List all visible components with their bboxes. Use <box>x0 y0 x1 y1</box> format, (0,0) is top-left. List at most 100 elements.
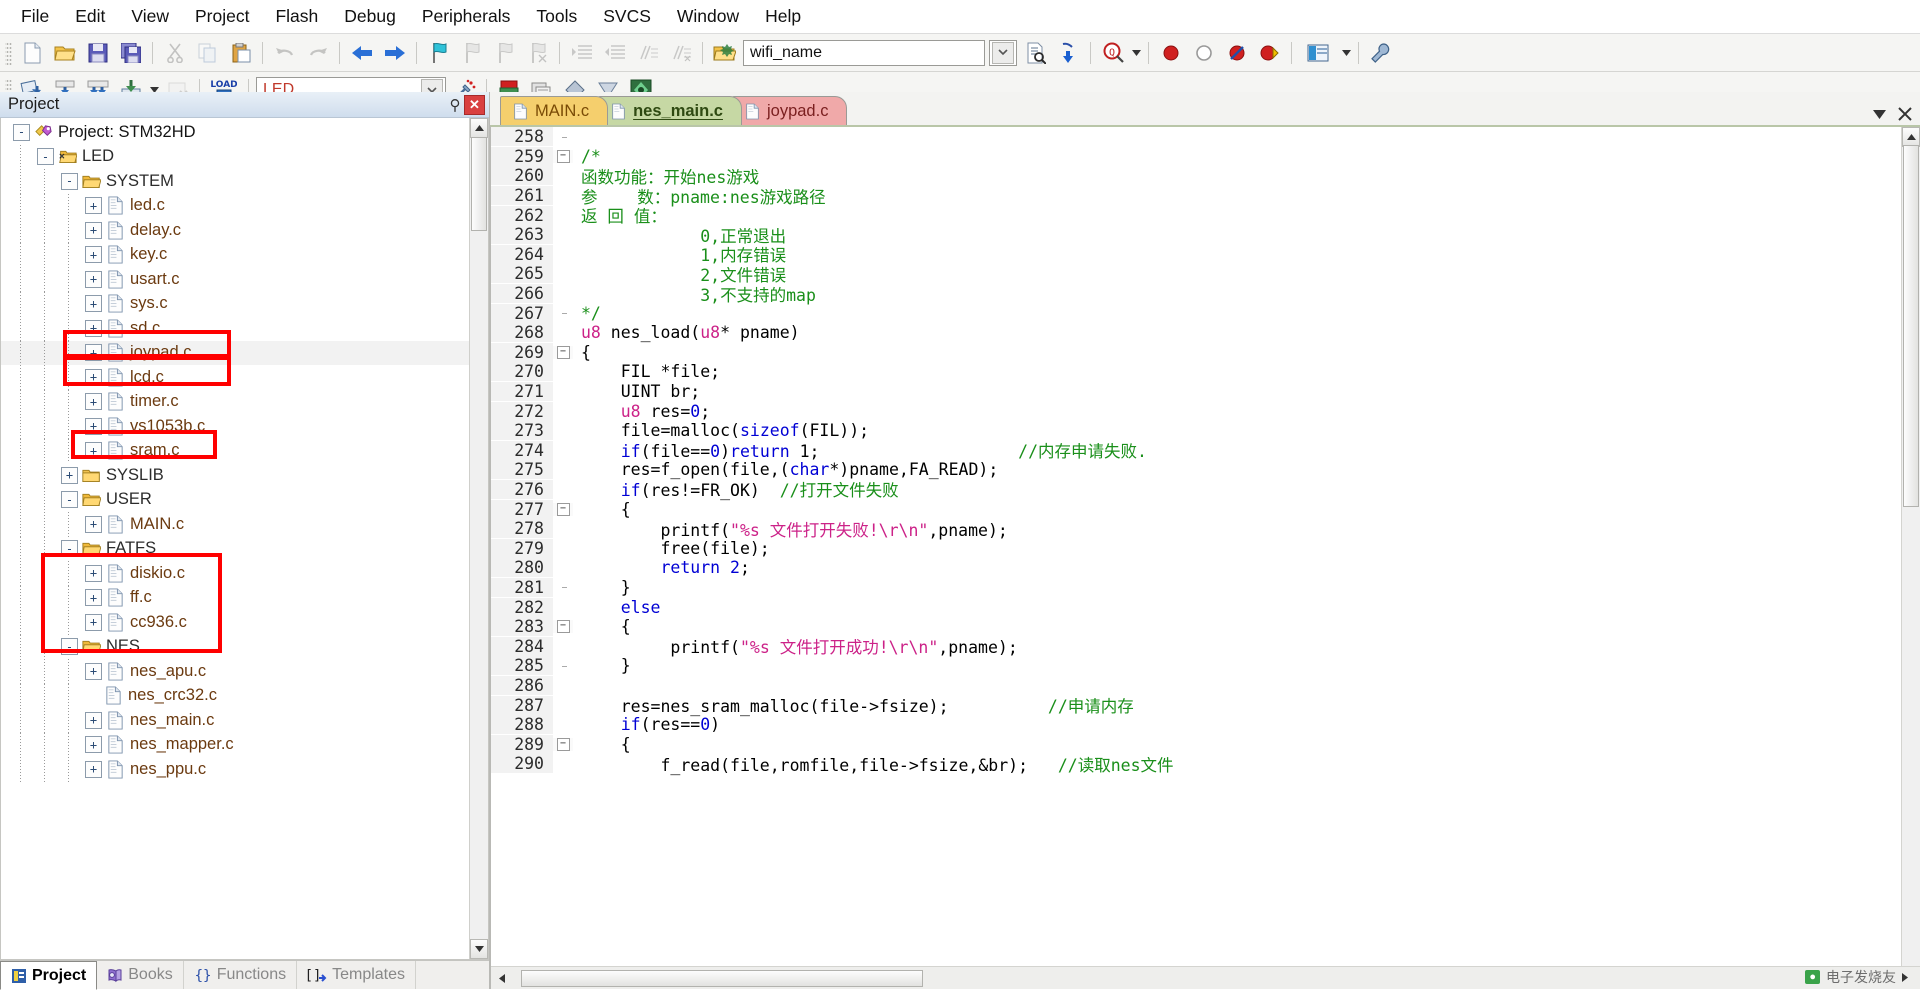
editor-tab-main-c[interactable]: MAIN.c <box>500 96 609 125</box>
menu-item-view[interactable]: View <box>118 3 182 30</box>
tree-item-lcd-c[interactable]: + lcd.c <box>1 365 470 390</box>
tree-expand-icon[interactable]: + <box>85 221 102 239</box>
project-tree-scrollbar[interactable] <box>469 118 488 959</box>
panel-tab-project[interactable]: Project <box>0 961 98 990</box>
tree-item-key-c[interactable]: + key.c <box>1 242 470 267</box>
code-line[interactable]: 278 printf("%s 文件打开失败!\r\n",pname); <box>491 519 1920 540</box>
code-line[interactable]: 274 if(file==0)return 1; //内存申请失败. <box>491 440 1920 461</box>
tree-expand-icon[interactable]: + <box>85 613 102 631</box>
new-file-icon[interactable] <box>16 37 47 68</box>
code-line[interactable]: 287 res=nes_sram_malloc(file->fsize); //… <box>491 695 1920 716</box>
tree-item-timer-c[interactable]: + timer.c <box>1 389 470 414</box>
fold-marker[interactable]: − <box>553 149 573 163</box>
scrollbar-thumb[interactable] <box>471 137 487 231</box>
menu-item-debug[interactable]: Debug <box>331 3 409 30</box>
find-combo[interactable]: wifi_name <box>743 39 985 66</box>
hscroll-left-arrow-icon[interactable] <box>491 973 513 983</box>
tree-collapse-icon[interactable]: - <box>37 148 54 166</box>
tree-item-sram-c[interactable]: + sram.c <box>1 438 470 463</box>
navigate-back-icon[interactable] <box>346 37 377 68</box>
hscroll-right-arrow-icon[interactable] <box>1902 972 1908 982</box>
editor-vertical-scrollbar[interactable] <box>1901 127 1920 969</box>
uncomment-icon[interactable] <box>665 37 696 68</box>
find-input[interactable]: wifi_name <box>750 44 982 62</box>
code-line[interactable]: 280 return 2; <box>491 558 1920 578</box>
tree-item-main-c[interactable]: + MAIN.c <box>1 512 470 537</box>
tree-item-joypad-c[interactable]: + joypad.c <box>1 340 470 365</box>
chevron-down-icon[interactable] <box>992 41 1014 64</box>
editor-scroll-up-arrow-icon[interactable] <box>1902 127 1920 147</box>
tree-item-nes-mapper-c[interactable]: + nes_mapper.c <box>1 732 470 757</box>
tree-item-nes[interactable]: - NES <box>1 634 470 659</box>
menu-item-window[interactable]: Window <box>664 3 752 30</box>
navigate-forward-icon[interactable] <box>379 37 410 68</box>
find-dropdown-button[interactable] <box>989 39 1017 66</box>
tree-expand-icon[interactable]: + <box>85 417 102 435</box>
toolbar-grip[interactable] <box>5 40 12 65</box>
code-line[interactable]: 290 f_read(file,romfile,file->fsize,&br)… <box>491 754 1920 775</box>
fold-marker[interactable]: − <box>553 502 573 516</box>
code-line[interactable]: 272 u8 res=0; <box>491 401 1920 421</box>
tree-collapse-icon[interactable]: - <box>61 172 78 190</box>
tree-item-sys-c[interactable]: + sys.c <box>1 291 470 316</box>
code-line[interactable]: 266 3,不支持的map <box>491 284 1920 305</box>
code-line[interactable]: 268 u8 nes_load(u8* pname) <box>491 323 1920 343</box>
tree-item-nes-crc32-c[interactable]: nes_crc32.c <box>1 683 470 708</box>
pin-icon[interactable]: ⚲ <box>446 96 464 114</box>
code-line[interactable]: 285 } <box>491 656 1920 676</box>
code-line[interactable]: 267 */ <box>491 303 1920 323</box>
code-editor[interactable]: 258 259−/* 260 函数功能：开始nes游戏 261 参 数：pname:nes… <box>490 125 1920 989</box>
chevron-down-icon[interactable] <box>1873 109 1886 119</box>
tree-collapse-icon[interactable]: - <box>61 638 78 656</box>
breakpoint-kill-all-icon[interactable] <box>1221 37 1252 68</box>
code-line[interactable]: 281 } <box>491 577 1920 598</box>
tree-collapse-icon[interactable]: - <box>13 123 30 141</box>
editor-tab-nes-main-c[interactable]: nes_main.c <box>598 96 742 125</box>
window-layout-icon[interactable] <box>1298 37 1338 68</box>
tree-item-fatfs[interactable]: - FATFS <box>1 536 470 561</box>
tree-expand-icon[interactable]: + <box>85 368 102 386</box>
fold-marker[interactable]: − <box>553 620 573 634</box>
tree-item-diskio-c[interactable]: + diskio.c <box>1 561 470 586</box>
tree-expand-icon[interactable]: + <box>85 711 102 729</box>
save-all-icon[interactable] <box>115 37 146 68</box>
search-chevron-down-icon[interactable] <box>1129 49 1143 56</box>
tree-expand-icon[interactable]: + <box>85 736 102 754</box>
menu-item-project[interactable]: Project <box>182 3 262 30</box>
menu-item-flash[interactable]: Flash <box>262 3 331 30</box>
project-panel-tabs[interactable]: Project Books {} Functions [] Templates <box>0 960 489 990</box>
find-in-files-icon[interactable] <box>1020 37 1051 68</box>
cut-icon[interactable] <box>159 37 190 68</box>
tree-expand-icon[interactable]: + <box>85 760 102 778</box>
menu-item-peripherals[interactable]: Peripherals <box>409 3 524 30</box>
code-line[interactable]: 270 FIL *file; <box>491 362 1920 382</box>
tree-collapse-icon[interactable]: - <box>61 491 78 509</box>
code-line[interactable]: 282 else <box>491 597 1920 617</box>
tree-expand-icon[interactable]: + <box>85 662 102 680</box>
tree-item-led-c[interactable]: + led.c <box>1 193 470 218</box>
tree-expand-icon[interactable]: + <box>85 442 102 460</box>
close-icon[interactable]: ✕ <box>464 94 485 115</box>
panel-tab-books[interactable]: Books <box>97 961 184 989</box>
code-line[interactable]: 279 free(file); <box>491 538 1920 558</box>
bookmark-prev-icon[interactable] <box>456 37 487 68</box>
tree-expand-icon[interactable]: + <box>85 270 102 288</box>
bookmark-clear-icon[interactable] <box>522 37 553 68</box>
redo-icon[interactable] <box>302 37 333 68</box>
tree-item-usart-c[interactable]: + usart.c <box>1 267 470 292</box>
tree-expand-icon[interactable]: + <box>85 393 102 411</box>
breakpoint-disable-all-icon[interactable] <box>1254 37 1285 68</box>
code-line[interactable]: 258 <box>491 127 1920 147</box>
comment-icon[interactable] <box>632 37 663 68</box>
code-line[interactable]: 269−{ <box>491 342 1920 363</box>
tree-item-ff-c[interactable]: + ff.c <box>1 585 470 610</box>
tree-expand-icon[interactable]: + <box>85 589 102 607</box>
undo-icon[interactable] <box>269 37 300 68</box>
tree-collapse-icon[interactable]: - <box>61 540 78 558</box>
configure-tools-icon[interactable] <box>1365 37 1396 68</box>
search-dropdown-icon[interactable]: Q <box>1097 37 1128 68</box>
bookmark-next-icon[interactable] <box>489 37 520 68</box>
window-layout-chevron-down-icon[interactable] <box>1339 49 1353 56</box>
tree-item-nes-apu-c[interactable]: + nes_apu.c <box>1 659 470 684</box>
project-tree[interactable]: - Project: STM32HD - LED - SYSTEM + led.c + delay… <box>1 120 470 959</box>
